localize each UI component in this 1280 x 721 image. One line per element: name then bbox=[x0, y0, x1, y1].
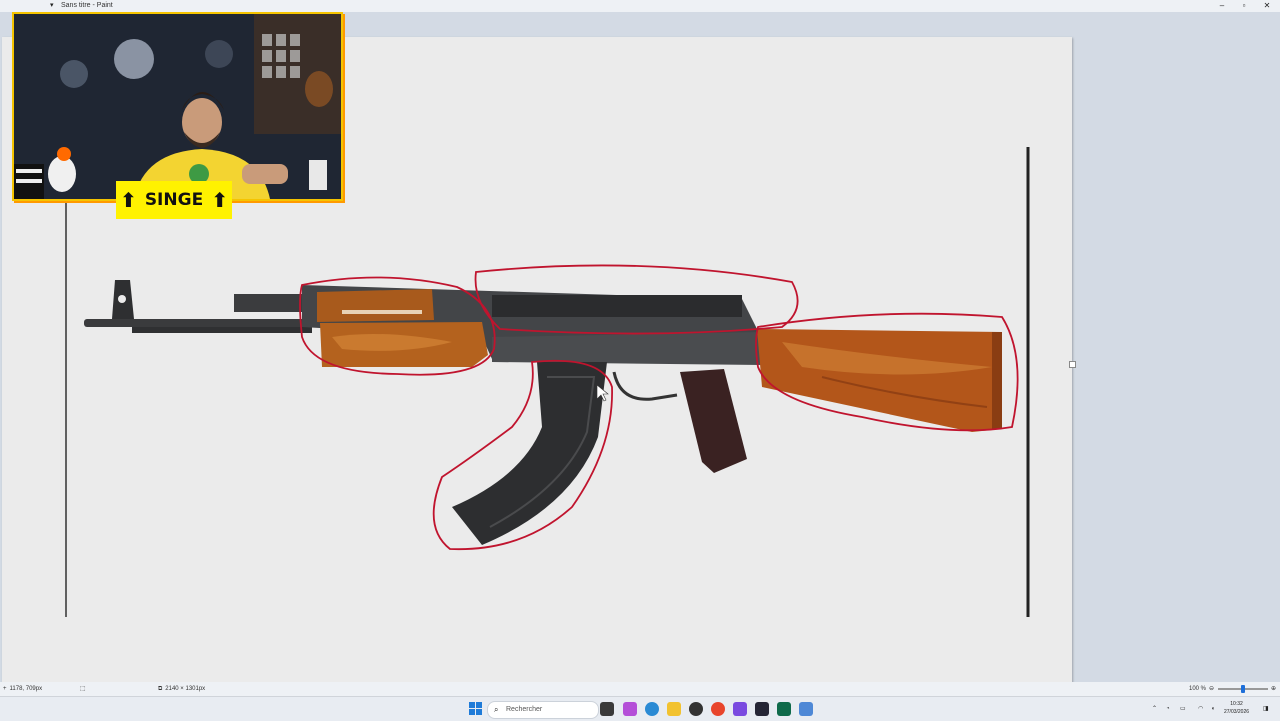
title-bar: ▾ Sans titre - Paint – ▫ ✕ bbox=[0, 0, 1280, 12]
status-bar: + 1178, 709px ⬚ ⧉ 2140 × 1301px 100 % ⊖ … bbox=[0, 682, 1280, 696]
arrow-up-icon: ⬆ bbox=[211, 188, 228, 212]
system-clock[interactable]: 10:32 27/03/2026 bbox=[1224, 700, 1249, 716]
taskbar: ⌕ Rechercher ⌃ ◔ ▭ ◠ ◖ 10:32 27/03/2026 … bbox=[0, 696, 1280, 721]
crosshair-icon: + bbox=[3, 686, 7, 692]
cursor-position-readout: + 1178, 709px bbox=[3, 682, 42, 696]
canvas-resize-handle-right[interactable] bbox=[1069, 361, 1076, 368]
clock-time: 10:32 bbox=[1230, 701, 1243, 707]
image-size-text: 2140 × 1301px bbox=[165, 686, 206, 692]
edge-browser-icon[interactable] bbox=[645, 702, 659, 716]
app-icon-purple[interactable] bbox=[623, 702, 637, 716]
firefox-icon[interactable] bbox=[711, 702, 725, 716]
volume-icon[interactable]: ◖ bbox=[1211, 697, 1215, 721]
webcam-overlay bbox=[12, 12, 343, 201]
zoom-in-icon[interactable]: ⊕ bbox=[1271, 682, 1276, 696]
search-placeholder: Rechercher bbox=[506, 706, 543, 713]
app-icon-dark[interactable] bbox=[755, 702, 769, 716]
obs-icon[interactable] bbox=[689, 702, 703, 716]
singe-badge: ⬆ SINGE ⬆ bbox=[116, 181, 232, 219]
rifle-illustration bbox=[84, 280, 1002, 545]
terminal-icon[interactable] bbox=[777, 702, 791, 716]
wifi-icon[interactable]: ◠ bbox=[1198, 697, 1203, 721]
network-icon[interactable]: ◔ bbox=[1166, 697, 1170, 721]
windows-start-icon[interactable] bbox=[469, 702, 482, 715]
window-title: Sans titre - Paint bbox=[61, 2, 113, 9]
quick-access-chevron-icon[interactable]: ▾ bbox=[50, 0, 54, 12]
image-size-icon: ⧉ bbox=[158, 686, 163, 692]
battery-icon[interactable]: ▭ bbox=[1180, 697, 1186, 721]
close-button[interactable]: ✕ bbox=[1256, 0, 1278, 12]
image-size-readout: ⧉ 2140 × 1301px bbox=[158, 682, 205, 696]
zoom-slider-thumb[interactable] bbox=[1241, 685, 1245, 693]
file-explorer-icon[interactable] bbox=[667, 702, 681, 716]
app-icon-violet[interactable] bbox=[733, 702, 747, 716]
taskbar-search-box[interactable]: ⌕ Rechercher bbox=[487, 701, 599, 719]
zoom-level-text: 100 % bbox=[1189, 686, 1207, 692]
notification-bell-icon[interactable]: ◨ bbox=[1263, 697, 1269, 721]
minimize-button[interactable]: – bbox=[1211, 0, 1233, 12]
selection-size-readout: ⬚ bbox=[80, 682, 86, 696]
maximize-button[interactable]: ▫ bbox=[1233, 0, 1255, 12]
webcam-scene bbox=[14, 14, 341, 199]
selection-icon: ⬚ bbox=[80, 686, 86, 692]
tray-chevron-up-icon[interactable]: ⌃ bbox=[1152, 697, 1157, 721]
zoom-level[interactable]: 100 % bbox=[1189, 682, 1206, 696]
paint-icon[interactable] bbox=[799, 702, 813, 716]
arrow-up-icon: ⬆ bbox=[120, 188, 137, 212]
search-icon: ⌕ bbox=[494, 705, 499, 714]
zoom-out-icon[interactable]: ⊖ bbox=[1209, 682, 1214, 696]
cursor-position-text: 1178, 709px bbox=[9, 686, 43, 692]
task-view-icon[interactable] bbox=[600, 702, 614, 716]
clock-date: 27/03/2026 bbox=[1224, 709, 1250, 715]
singe-badge-text: SINGE bbox=[144, 190, 204, 210]
